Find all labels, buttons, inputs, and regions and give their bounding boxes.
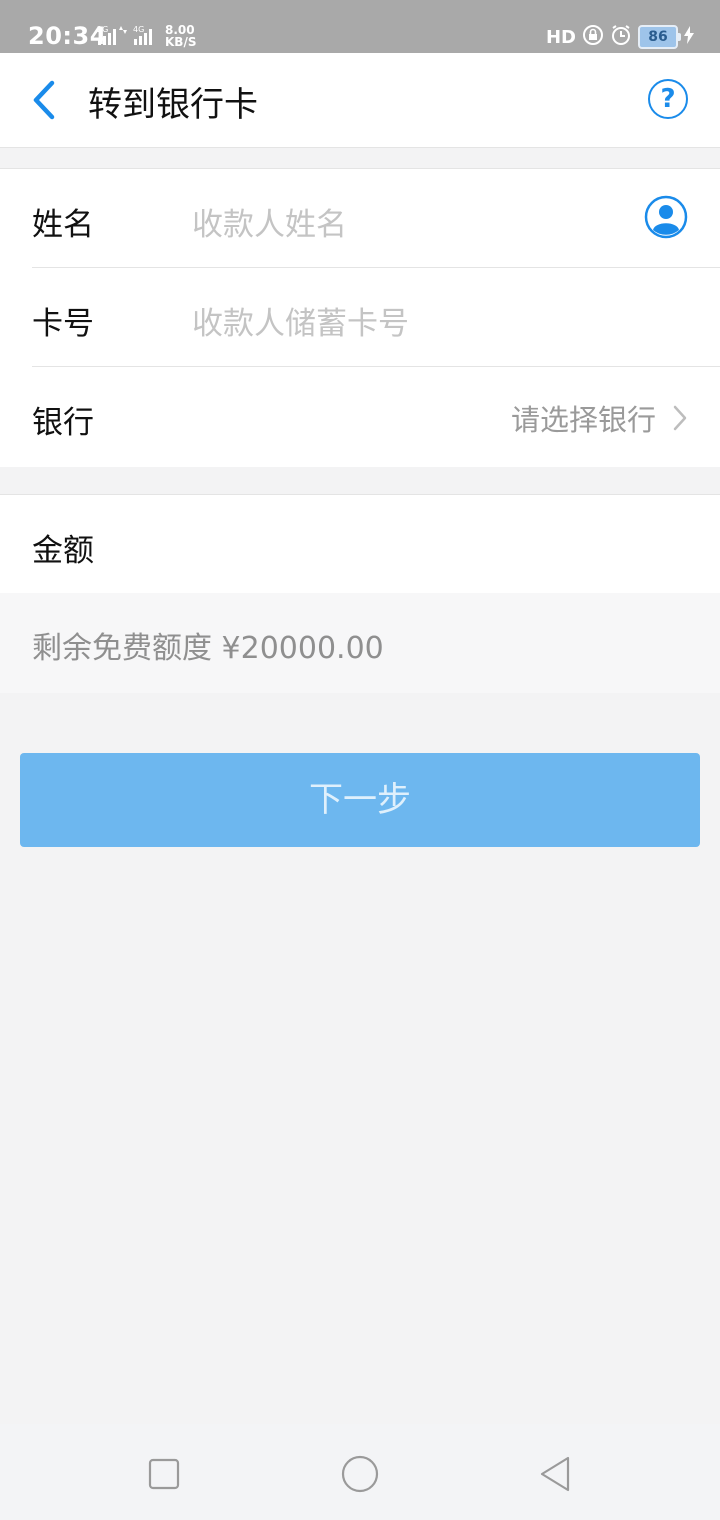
name-input[interactable]: 收款人姓名 <box>192 199 347 244</box>
card-number-input[interactable]: 收款人储蓄卡号 <box>192 298 409 343</box>
bank-selector[interactable]: 请选择银行 <box>511 397 688 439</box>
status-right: HD 86 <box>546 24 694 50</box>
bank-label: 银行 <box>32 405 94 441</box>
rotation-lock-icon <box>582 24 604 50</box>
status-time: 20:34 <box>28 22 107 50</box>
charging-icon <box>684 26 694 48</box>
free-quota-bar: 剩余免费额度 ¥20000.00 <box>0 593 720 693</box>
amount-label: 金额 <box>32 533 94 569</box>
card-label: 卡号 <box>32 306 94 342</box>
square-icon <box>148 1458 180 1490</box>
network-2g-text: 2G <box>97 25 108 34</box>
recipient-form: 姓名 收款人姓名 卡号 收款人储蓄卡号 银行 请选择银行 <box>0 168 720 467</box>
back-button[interactable] <box>28 79 58 121</box>
chevron-right-icon <box>673 405 687 431</box>
signal-icons: 2G 4G <box>97 24 161 52</box>
next-step-button[interactable]: 下一步 <box>20 753 700 847</box>
name-label: 姓名 <box>32 207 94 243</box>
triangle-back-icon <box>540 1456 570 1492</box>
network-speed: 8.00 KB/S <box>165 23 197 49</box>
system-back-button[interactable] <box>536 1454 576 1494</box>
help-button[interactable]: ? <box>648 79 688 119</box>
recent-apps-button[interactable] <box>144 1454 184 1494</box>
contact-picker-button[interactable] <box>644 195 688 239</box>
free-quota-text: 剩余免费额度 ¥20000.00 <box>32 631 384 666</box>
page-title: 转到银行卡 <box>88 85 258 125</box>
question-circle-icon: ? <box>660 84 676 114</box>
bank-hint: 请选择银行 <box>510 403 656 437</box>
network-4g-text: 4G <box>133 25 144 34</box>
alarm-icon <box>610 24 632 50</box>
nav-bar: 转到银行卡 ? <box>0 53 720 148</box>
circle-icon <box>341 1455 379 1493</box>
amount-row[interactable]: 金额 <box>0 494 720 594</box>
battery-indicator: 86 <box>638 25 681 49</box>
home-button[interactable] <box>340 1454 380 1494</box>
chevron-left-icon <box>33 80 55 120</box>
bank-row[interactable]: 银行 请选择银行 <box>32 366 720 465</box>
status-bar: 20:34 2G 4G 8.00 KB/S HD 86 <box>0 0 720 53</box>
system-nav-bar <box>0 1424 720 1520</box>
name-row[interactable]: 姓名 收款人姓名 <box>0 169 720 267</box>
card-row[interactable]: 卡号 收款人储蓄卡号 <box>32 267 720 366</box>
contact-person-icon <box>644 195 688 239</box>
hd-voice-icon: HD <box>545 26 576 48</box>
